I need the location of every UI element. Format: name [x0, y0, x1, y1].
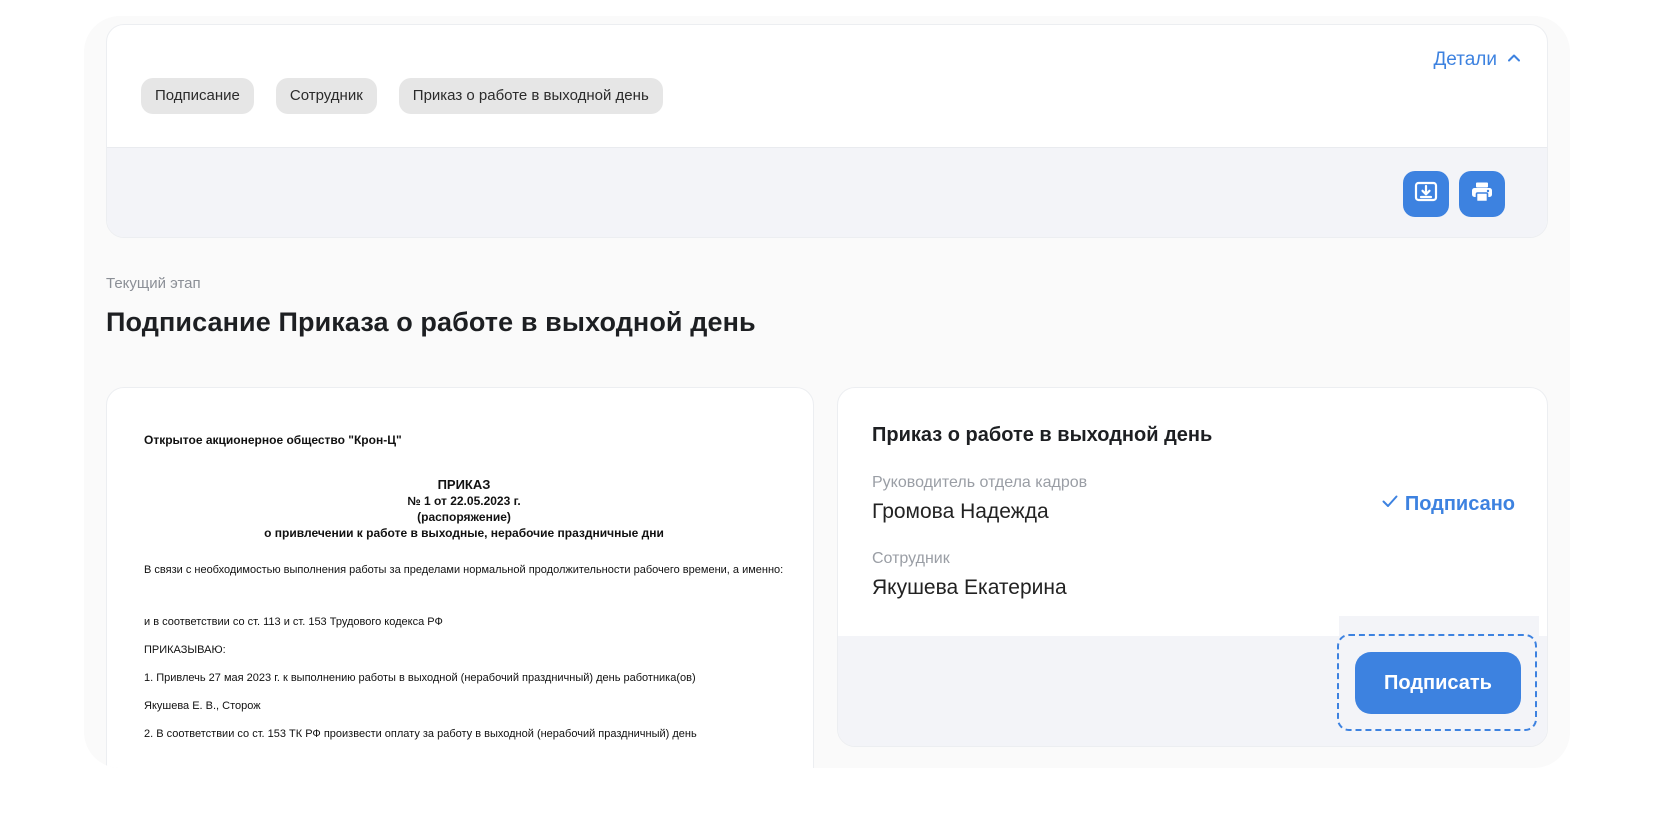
signed-status-label: Подписано — [1404, 492, 1515, 515]
signer-name: Громова Надежда — [872, 500, 1049, 523]
print-button[interactable] — [1459, 171, 1505, 217]
signer-item: Руководитель отдела кадров Громова Надеж… — [872, 474, 1087, 524]
sign-button[interactable]: Подписать — [1355, 652, 1521, 714]
header-card: Подписание Сотрудник Приказ о работе в в… — [106, 24, 1548, 238]
document-number: № 1 от 22.05.2023 г. — [407, 494, 521, 508]
document-heading: ПРИКАЗ — [437, 477, 491, 492]
document-preview[interactable]: Открытое акционерное общество "Крон-Ц" П… — [106, 387, 814, 768]
tag-list: Подписание Сотрудник Приказ о работе в в… — [141, 78, 663, 114]
tag-chip: Сотрудник — [275, 78, 377, 114]
document-toolbar — [107, 147, 1547, 237]
chevron-up-icon — [1507, 49, 1521, 71]
tag-chip: Подписание — [141, 78, 254, 114]
details-toggle[interactable]: Детали — [1433, 49, 1521, 71]
signing-title: Приказ о работе в выходной день — [872, 424, 1213, 446]
document-type: (распоряжение) — [417, 510, 511, 524]
signing-footer: Подписать — [838, 616, 1547, 746]
download-icon — [1413, 179, 1439, 210]
document-paragraph: В связи с необходимостью выполнения рабо… — [144, 564, 784, 576]
document-heading-block: ПРИКАЗ № 1 от 22.05.2023 г. (распоряжени… — [144, 477, 784, 541]
document-paragraph: Якушева Е. В., Сторож — [144, 700, 261, 712]
document-body: В связи с необходимостью выполнения рабо… — [144, 563, 784, 741]
details-label: Детали — [1433, 49, 1497, 70]
document-subject: о привлечении к работе в выходные, нераб… — [264, 526, 664, 540]
signing-card: Приказ о работе в выходной день Руководи… — [837, 387, 1548, 747]
document-company: Открытое акционерное общество "Крон-Ц" — [144, 433, 402, 447]
signed-status: Подписано — [1381, 492, 1515, 516]
page-container: Подписание Сотрудник Приказ о работе в в… — [84, 16, 1570, 768]
document-page: Открытое акционерное общество "Крон-Ц" П… — [144, 433, 784, 755]
document-paragraph: 1. Привлечь 27 мая 2023 г. к выполнению … — [144, 672, 696, 684]
print-icon — [1469, 179, 1495, 210]
document-paragraph: ПРИКАЗЫВАЮ: — [144, 644, 226, 656]
check-icon — [1381, 492, 1399, 516]
signer-name: Якушева Екатерина — [872, 576, 1067, 599]
stage-label: Текущий этап — [106, 275, 201, 292]
document-paragraph: 2. В соответствии со ст. 153 ТК РФ произ… — [144, 728, 697, 740]
signer-item: Сотрудник Якушева Екатерина — [872, 550, 1067, 600]
document-paragraph: и в соответствии со ст. 113 и ст. 153 Тр… — [144, 616, 443, 628]
signer-role: Руководитель отдела кадров — [872, 474, 1088, 491]
tag-chip: Приказ о работе в выходной день — [398, 78, 663, 114]
page-title: Подписание Приказа о работе в выходной д… — [106, 307, 756, 337]
download-button[interactable] — [1403, 171, 1449, 217]
signer-role: Сотрудник — [872, 550, 950, 567]
